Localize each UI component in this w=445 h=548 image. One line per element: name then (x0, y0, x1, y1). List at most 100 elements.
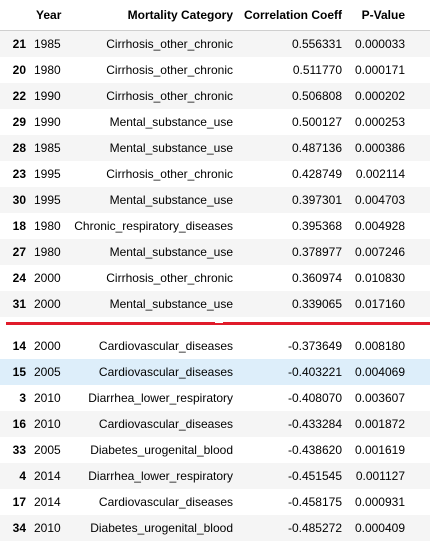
row-correlation-coeff: 0.500127 (291, 115, 342, 129)
row-mortality-category: Diabetes_urogenital_blood (90, 443, 233, 457)
table-row[interactable]: 15 2005 Cardiovascular_diseases -0.403221 0.… (0, 359, 430, 385)
row-index: 27 (12, 245, 26, 259)
row-p-value: 0.000253 (354, 115, 405, 129)
row-mortality-category: Diabetes_urogenital_blood (90, 521, 233, 535)
row-p-value: 0.010830 (354, 271, 405, 285)
row-mortality-category: Diarrhea_lower_respiratory (88, 469, 233, 483)
row-index: 30 (12, 193, 26, 207)
row-mortality-category: Cirrhosis_other_chronic (106, 167, 233, 181)
row-mortality-category: Cardiovascular_diseases (98, 495, 233, 509)
table-header: Year Mortality Category Correlation Coef… (0, 0, 430, 31)
table-row[interactable]: 34 2010 Diabetes_urogenital_blood -0.485272… (0, 515, 430, 541)
table-row[interactable]: 20 1980 Cirrhosis_other_chronic 0.511770 0.0… (0, 57, 430, 83)
table-row[interactable]: 33 2005 Diabetes_urogenital_blood -0.438620… (0, 437, 430, 463)
row-index: 28 (12, 141, 26, 155)
row-mortality-category: Cirrhosis_other_chronic (106, 271, 233, 285)
row-correlation-coeff: -0.433284 (287, 417, 342, 431)
row-p-value: 0.000033 (354, 37, 405, 51)
row-p-value: 0.000386 (354, 141, 405, 155)
row-mortality-category: Chronic_respiratory_diseases (74, 219, 233, 233)
row-index: 29 (12, 115, 26, 129)
row-correlation-coeff: -0.373649 (287, 339, 342, 353)
row-correlation-coeff: 0.506808 (291, 89, 342, 103)
row-index: 31 (12, 297, 26, 311)
table-row[interactable]: 23 1995 Cirrhosis_other_chronic 0.428749 0.0… (0, 161, 430, 187)
row-index: 23 (12, 167, 26, 181)
row-mortality-category: Cardiovascular_diseases (98, 417, 233, 431)
row-p-value: 0.017160 (354, 297, 405, 311)
row-index: 3 (19, 391, 26, 405)
row-p-value: 0.003607 (354, 391, 405, 405)
row-p-value: 0.000202 (354, 89, 405, 103)
row-correlation-coeff: 0.397301 (291, 193, 342, 207)
row-correlation-coeff: -0.485272 (287, 521, 342, 535)
table-row[interactable]: 17 2014 Cardiovascular_diseases -0.458175 0.… (0, 489, 430, 515)
row-p-value: 0.002114 (355, 167, 405, 181)
negative-correlation-table: 14 2000 Cardiovascular_diseases -0.373649 0.… (0, 333, 430, 541)
row-p-value: 0.000409 (354, 521, 405, 535)
row-p-value: 0.001872 (354, 417, 405, 431)
table-row[interactable]: 4 2014 Diarrhea_lower_respiratory -0.451545… (0, 463, 430, 489)
row-correlation-coeff: 0.339065 (291, 297, 342, 311)
table-row[interactable]: 3 2010 Diarrhea_lower_respiratory -0.408070… (0, 385, 430, 411)
row-index: 15 (12, 365, 26, 379)
row-index: 20 (12, 63, 26, 77)
row-correlation-coeff: 0.511770 (292, 63, 342, 77)
table-row[interactable]: 18 1980 Chronic_respiratory_diseases 0.3953… (0, 213, 430, 239)
row-mortality-category: Cirrhosis_other_chronic (106, 63, 233, 77)
row-mortality-category: Cardiovascular_diseases (98, 339, 233, 353)
row-correlation-coeff: 0.428749 (291, 167, 342, 181)
table-body: 21 1985 Cirrhosis_other_chronic 0.556331 0.0… (0, 31, 430, 317)
row-correlation-coeff: -0.451545 (287, 469, 342, 483)
row-index: 21 (12, 37, 26, 51)
row-correlation-coeff: 0.556331 (291, 37, 342, 51)
row-correlation-coeff: 0.395368 (291, 219, 342, 233)
table-row[interactable]: 14 2000 Cardiovascular_diseases -0.373649 0.… (0, 333, 430, 359)
table-row[interactable]: 21 1985 Cirrhosis_other_chronic 0.556331 0.0… (0, 31, 430, 57)
header-mortality-category: Mortality Category (127, 8, 233, 22)
row-p-value: 0.008180 (354, 339, 405, 353)
row-index: 24 (12, 271, 26, 285)
row-correlation-coeff: -0.458175 (287, 495, 342, 509)
row-index: 33 (12, 443, 26, 457)
row-mortality-category: Mental_substance_use (109, 141, 233, 155)
row-correlation-coeff: -0.408070 (287, 391, 342, 405)
table-body: 14 2000 Cardiovascular_diseases -0.373649 0.… (0, 333, 430, 541)
row-mortality-category: Mental_substance_use (109, 115, 233, 129)
row-correlation-coeff: 0.487136 (291, 141, 342, 155)
row-mortality-category: Cirrhosis_other_chronic (106, 37, 233, 51)
header-correlation-coeff: Correlation Coeff (243, 8, 342, 22)
row-index: 34 (12, 521, 26, 535)
row-p-value: 0.004703 (354, 193, 405, 207)
table-row[interactable]: 16 2010 Cardiovascular_diseases -0.433284 0.… (0, 411, 430, 437)
row-mortality-category: Cirrhosis_other_chronic (106, 89, 233, 103)
row-mortality-category: Diarrhea_lower_respiratory (88, 391, 233, 405)
row-p-value: 0.007246 (354, 245, 405, 259)
row-p-value: 0.004928 (354, 219, 405, 233)
row-index: 16 (12, 417, 26, 431)
table-row[interactable]: 30 1995 Mental_substance_use 0.397301 0.0047… (0, 187, 430, 213)
row-mortality-category: Mental_substance_use (109, 245, 233, 259)
row-correlation-coeff: -0.438620 (287, 443, 342, 457)
row-correlation-coeff: -0.403221 (287, 365, 342, 379)
row-index: 18 (12, 219, 26, 233)
table-row[interactable]: 31 2000 Mental_substance_use 0.339065 0.0171… (0, 291, 430, 317)
divider-gap (215, 321, 223, 323)
header-p-value: P-Value (361, 8, 405, 22)
table-row[interactable]: 22 1990 Cirrhosis_other_chronic 0.506808 0.0… (0, 83, 430, 109)
table-row[interactable]: 24 2000 Cirrhosis_other_chronic 0.360974 0.0… (0, 265, 430, 291)
positive-correlation-table: Year Mortality Category Correlation Coef… (0, 0, 430, 317)
row-mortality-category: Cardiovascular_diseases (98, 365, 233, 379)
row-mortality-category: Mental_substance_use (109, 193, 233, 207)
row-p-value: 0.001127 (355, 469, 405, 483)
row-index: 22 (12, 89, 26, 103)
row-correlation-coeff: 0.378977 (291, 245, 342, 259)
table-row[interactable]: 28 1985 Mental_substance_use 0.487136 0.0003… (0, 135, 430, 161)
row-index: 4 (19, 469, 26, 483)
row-index: 17 (12, 495, 26, 509)
row-p-value: 0.001619 (354, 443, 405, 457)
row-index: 14 (12, 339, 26, 353)
row-correlation-coeff: 0.360974 (291, 271, 342, 285)
table-row[interactable]: 29 1990 Mental_substance_use 0.500127 0.0002… (0, 109, 430, 135)
table-row[interactable]: 27 1980 Mental_substance_use 0.378977 0.0072… (0, 239, 430, 265)
